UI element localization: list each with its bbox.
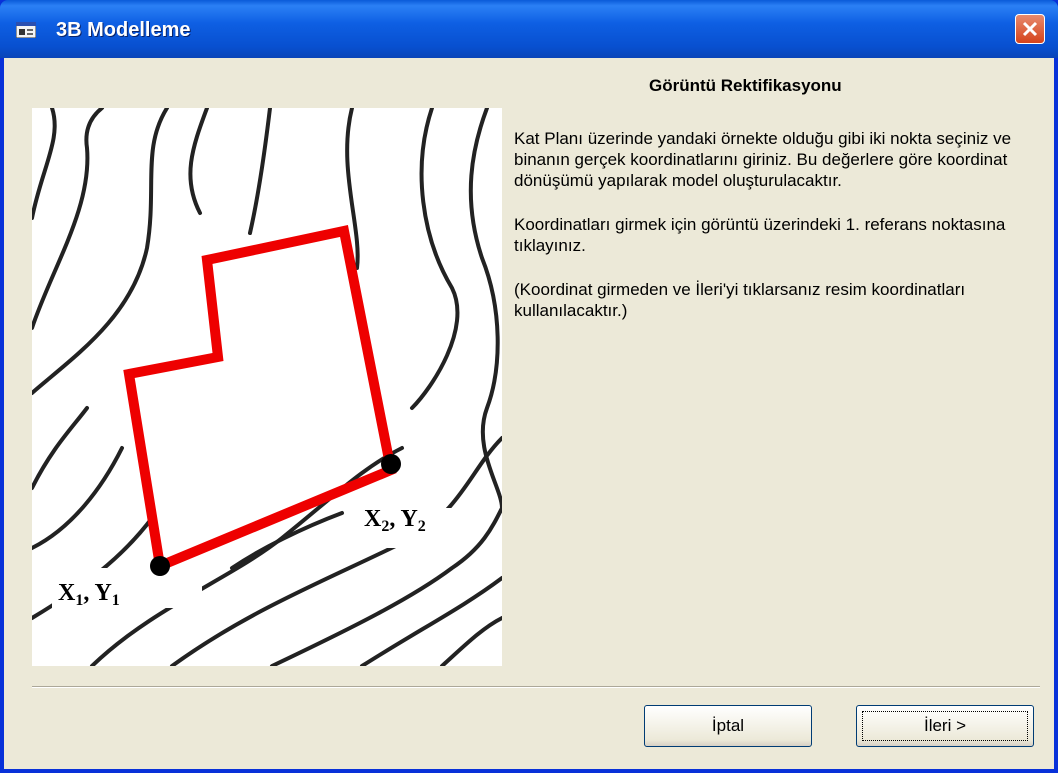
close-button[interactable]	[1015, 14, 1045, 44]
reference-point-2	[381, 454, 401, 474]
title-bar[interactable]: 3B Modelleme	[0, 0, 1058, 58]
window-title: 3B Modelleme	[56, 19, 191, 41]
dialog-window: 3B Modelleme Görüntü Rektifikasyonu X1, …	[0, 0, 1058, 773]
next-button[interactable]: İleri >	[856, 705, 1034, 747]
page-title: Görüntü Rektifikasyonu	[649, 76, 842, 95]
next-button-label: İleri >	[923, 716, 967, 735]
instruction-paragraph-3: (Koordinat girmeden ve İleri'yi tıklarsa…	[514, 280, 966, 320]
rectification-example-image: X1, Y1 X2, Y2	[32, 108, 502, 666]
instructions: Kat Planı üzerinde yandaki örnekte olduğ…	[514, 128, 1034, 344]
instruction-paragraph-1: Kat Planı üzerinde yandaki örnekte olduğ…	[514, 129, 1012, 190]
point1-label: X1, Y1	[58, 580, 120, 609]
instruction-paragraph-2: Koordinatları girmek için görüntü üzerin…	[514, 215, 1006, 255]
reference-point-1	[150, 556, 170, 576]
point2-label: X2, Y2	[364, 506, 426, 535]
dialog-body: Görüntü Rektifikasyonu X1, Y1 X2, Y2 Kat…	[4, 58, 1054, 769]
cancel-button[interactable]: İptal	[644, 705, 812, 747]
window-app-icon	[16, 22, 36, 38]
close-icon	[1022, 21, 1038, 37]
separator-line	[32, 686, 1040, 688]
